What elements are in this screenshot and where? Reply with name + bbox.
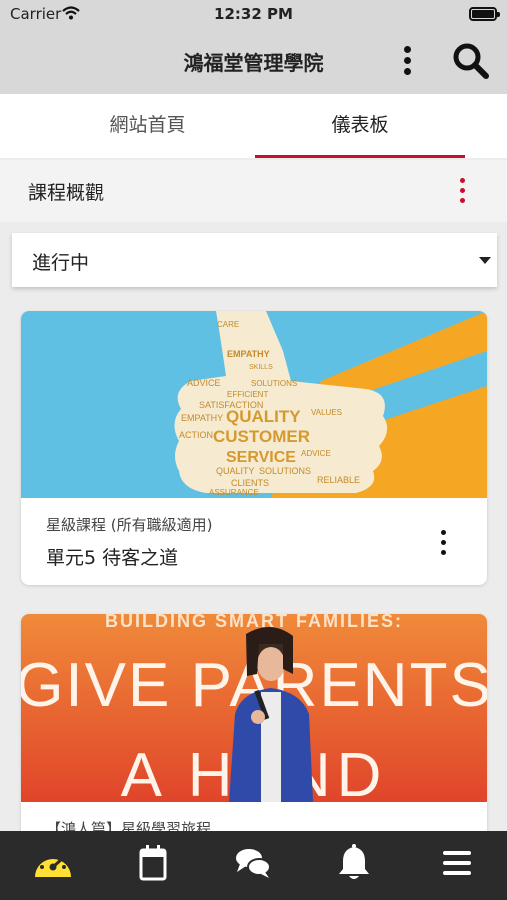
- image-word: SOLUTIONS: [251, 379, 297, 388]
- course-image: BUILDING SMART FAMILIES: GIVE PARENTS A …: [21, 614, 487, 802]
- more-vertical-icon[interactable]: [434, 528, 454, 558]
- image-word: ADVICE: [301, 449, 331, 458]
- course-card[interactable]: BUILDING SMART FAMILIES: GIVE PARENTS A …: [21, 614, 487, 844]
- image-word: EFFICIENT: [227, 390, 268, 399]
- tab-bar: 網站首頁 儀表板: [0, 94, 507, 158]
- menu-icon[interactable]: [434, 843, 480, 883]
- image-word: BUILDING SMART FAMILIES:: [105, 614, 403, 631]
- battery-icon: [469, 7, 500, 21]
- chevron-down-icon: [479, 257, 491, 264]
- course-overview-header: 課程概觀: [0, 160, 507, 222]
- image-word: CARE: [217, 320, 239, 329]
- more-vertical-icon[interactable]: [454, 176, 474, 206]
- image-word: SERVICE: [226, 449, 296, 466]
- image-word: EMPATHY: [227, 349, 270, 359]
- calendar-icon[interactable]: [130, 843, 176, 883]
- image-word: SOLUTIONS: [259, 466, 311, 476]
- bell-icon[interactable]: [331, 843, 377, 883]
- image-word: SKILLS: [249, 364, 273, 371]
- image-word: CLIENTS: [231, 478, 269, 488]
- image-word: ASSURANCE: [209, 488, 259, 497]
- image-word: QUALITY: [226, 407, 301, 426]
- course-category: 星級課程 (所有職級適用): [46, 516, 213, 534]
- app-title: 鴻福堂管理學院: [183, 51, 324, 75]
- course-card[interactable]: CARE EMPATHY SKILLS ADVICE SOLUTIONS EFF…: [21, 311, 487, 585]
- search-icon[interactable]: [450, 40, 492, 82]
- tab-home[interactable]: 網站首頁: [40, 94, 255, 158]
- filter-value: 進行中: [32, 252, 90, 274]
- tab-dashboard[interactable]: 儀表板: [255, 94, 465, 158]
- clock: 12:32 PM: [214, 5, 293, 23]
- app-bar: 鴻福堂管理學院: [0, 28, 507, 94]
- more-vertical-icon[interactable]: [394, 42, 422, 80]
- status-bar: Carrier 12:32 PM: [0, 0, 507, 28]
- chat-icon[interactable]: [230, 843, 276, 883]
- image-word: RELIABLE: [317, 475, 360, 485]
- status-filter-select[interactable]: 進行中: [12, 233, 497, 287]
- image-word: QUALITY: [216, 466, 255, 476]
- image-word: ADVICE: [187, 378, 221, 388]
- course-image: CARE EMPATHY SKILLS ADVICE SOLUTIONS EFF…: [21, 311, 487, 498]
- image-word: VALUES: [311, 408, 342, 417]
- image-word: CUSTOMER: [213, 427, 310, 446]
- section-title: 課程概觀: [28, 182, 105, 204]
- bottom-nav: [0, 831, 507, 900]
- image-word: EMPATHY: [181, 413, 223, 423]
- dashboard-icon[interactable]: [30, 843, 76, 883]
- course-title[interactable]: 單元5 待客之道: [46, 543, 178, 570]
- image-word: ACTION: [179, 430, 213, 440]
